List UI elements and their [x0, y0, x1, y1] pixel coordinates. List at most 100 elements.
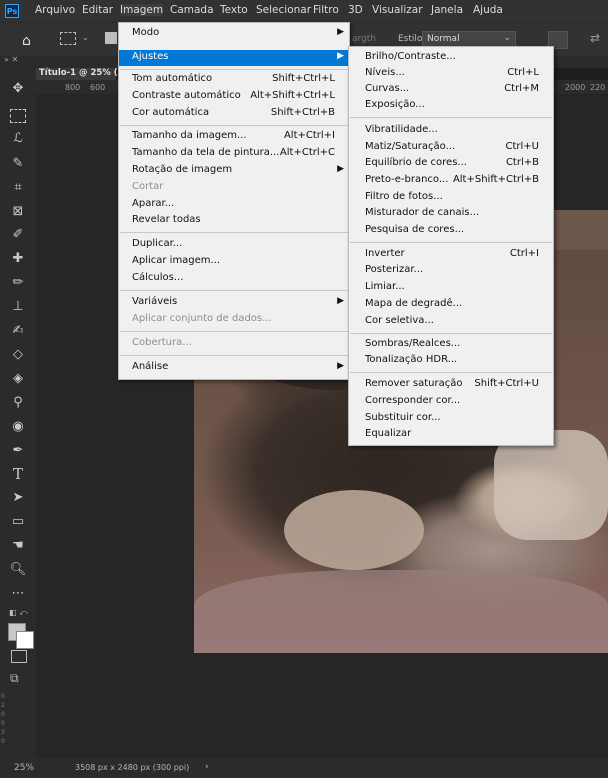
- path-selection-tool-icon[interactable]: ➤: [9, 489, 27, 507]
- hand-tool-icon[interactable]: ☚: [9, 537, 27, 555]
- menu-separator: [350, 117, 552, 118]
- lasso-tool-icon[interactable]: ℒ: [9, 130, 27, 148]
- marquee-tool-icon[interactable]: [60, 32, 76, 45]
- menu-separator: [120, 125, 348, 126]
- collapse-panels-icon[interactable]: » ✕: [4, 55, 18, 64]
- menu-editar[interactable]: Editar: [82, 4, 113, 16]
- menu-item-misturador-canais[interactable]: Misturador de canais...: [349, 206, 553, 222]
- crop-tool-icon[interactable]: ⌗: [9, 179, 27, 197]
- menu-item-remover-saturacao[interactable]: Remover saturação Shift+Ctrl+U: [349, 377, 553, 393]
- chevron-down-icon: ⌄: [503, 33, 511, 43]
- menu-3d[interactable]: 3D: [348, 4, 363, 16]
- menu-item-inverter[interactable]: Inverter Ctrl+I: [349, 247, 553, 263]
- menu-item-corresponder-cor[interactable]: Corresponder cor...: [349, 394, 553, 410]
- clone-stamp-tool-icon[interactable]: ⊥: [9, 298, 27, 316]
- menu-item-preto-branco[interactable]: Preto-e-branco... Alt+Shift+Ctrl+B: [349, 173, 553, 189]
- history-brush-tool-icon[interactable]: ✍: [9, 322, 27, 340]
- menu-visualizar[interactable]: Visualizar: [372, 4, 423, 16]
- zoom-level[interactable]: 25%: [14, 763, 34, 773]
- imagem-menu: Modo ▶ Ajustes ▶ Tom automático Shift+Ctrl+…: [118, 22, 350, 380]
- menu-item-equilibrio-cores[interactable]: Equilíbrio de cores... Ctrl+B: [349, 156, 553, 172]
- menu-item-tamanho-tela[interactable]: Tamanho da tela de pintura... Alt+Ctrl+C: [119, 146, 349, 162]
- menu-item-cor-seletiva[interactable]: Cor seletiva...: [349, 314, 553, 330]
- menu-item-substituir-cor[interactable]: Substituir cor...: [349, 411, 553, 427]
- move-tool-icon[interactable]: ✥: [9, 80, 27, 98]
- menu-item-posterizar[interactable]: Posterizar...: [349, 263, 553, 279]
- menu-item-label: Filtro de fotos...: [365, 191, 443, 202]
- menu-item-sombras-realces[interactable]: Sombras/Realces...: [349, 337, 553, 353]
- photoshop-logo-icon[interactable]: Ps: [5, 4, 19, 18]
- zoom-tool-icon[interactable]: 🔍︎: [9, 561, 27, 579]
- menu-item-revelar-todas[interactable]: Revelar todas: [119, 213, 349, 229]
- menu-texto[interactable]: Texto: [220, 4, 248, 16]
- menu-item-brilho-contraste[interactable]: Brilho/Contraste...: [349, 50, 553, 66]
- eraser-tool-icon[interactable]: ◇: [9, 346, 27, 364]
- menu-item-pesquisa-cores[interactable]: Pesquisa de cores...: [349, 223, 553, 239]
- menu-bar: Ps Arquivo Editar Imagem Camada Texto Se…: [0, 0, 608, 22]
- menu-item-tamanho-imagem[interactable]: Tamanho da imagem... Alt+Ctrl+I: [119, 129, 349, 145]
- pen-tool-icon[interactable]: ✒: [9, 442, 27, 460]
- style-value: Normal: [427, 34, 460, 44]
- menu-item-ajustes[interactable]: Ajustes ▶: [119, 50, 349, 66]
- menu-selecionar[interactable]: Selecionar: [256, 4, 311, 16]
- menu-item-duplicar[interactable]: Duplicar...: [119, 237, 349, 253]
- eyedropper-tool-icon[interactable]: ✐: [9, 226, 27, 244]
- quick-selection-tool-icon[interactable]: ✎: [9, 155, 27, 173]
- menu-item-limiar[interactable]: Limiar...: [349, 280, 553, 296]
- menu-janela[interactable]: Janela: [431, 4, 463, 16]
- menu-item-calculos[interactable]: Cálculos...: [119, 271, 349, 287]
- screen-mode-icon[interactable]: ⧉: [10, 671, 19, 686]
- frame-tool-icon[interactable]: ⊠: [9, 203, 27, 221]
- blur-tool-icon[interactable]: ⚲: [9, 394, 27, 412]
- menu-separator: [350, 242, 552, 243]
- document-tab[interactable]: Título-1 @ 25% (: [36, 68, 118, 80]
- default-colors-icon[interactable]: ◧ ⤺: [9, 608, 28, 618]
- type-tool-icon[interactable]: T: [9, 465, 27, 483]
- menu-item-aplicar-conjunto-dados[interactable]: Aplicar conjunto de dados...: [119, 312, 349, 328]
- menu-item-cor-automatica[interactable]: Cor automática Shift+Ctrl+B: [119, 106, 349, 122]
- menu-item-niveis[interactable]: Níveis... Ctrl+L: [349, 66, 553, 82]
- menu-item-aplicar-imagem[interactable]: Aplicar imagem...: [119, 254, 349, 270]
- rectangle-tool-icon[interactable]: ▭: [9, 513, 27, 531]
- submenu-arrow-icon: ▶: [337, 164, 344, 174]
- status-menu-arrow-icon[interactable]: ›: [205, 762, 209, 772]
- menu-item-matiz-saturacao[interactable]: Matiz/Saturação... Ctrl+U: [349, 140, 553, 156]
- menu-item-tom-automatico[interactable]: Tom automático Shift+Ctrl+L: [119, 72, 349, 88]
- healing-brush-tool-icon[interactable]: ✚: [9, 250, 27, 268]
- menu-item-mapa-degrade[interactable]: Mapa de degradê...: [349, 297, 553, 313]
- menu-item-variaveis[interactable]: Variáveis ▶: [119, 295, 349, 311]
- gradient-tool-icon[interactable]: ◈: [9, 370, 27, 388]
- more-tools-icon[interactable]: ⋯: [9, 585, 27, 603]
- menu-item-cortar[interactable]: Cortar: [119, 180, 349, 196]
- menu-item-exposicao[interactable]: Exposição...: [349, 98, 553, 114]
- menu-item-curvas[interactable]: Curvas... Ctrl+M: [349, 82, 553, 98]
- menu-item-rotacao-imagem[interactable]: Rotação de imagem ▶: [119, 163, 349, 179]
- selection-mode-icon[interactable]: [105, 32, 117, 44]
- menu-arquivo[interactable]: Arquivo: [35, 4, 75, 16]
- background-color-swatch[interactable]: [16, 631, 34, 649]
- menu-filtro[interactable]: Filtro: [313, 4, 339, 16]
- menu-imagem[interactable]: Imagem: [120, 4, 164, 16]
- brush-tool-icon[interactable]: ✏: [9, 274, 27, 292]
- menu-ajuda[interactable]: Ajuda: [473, 4, 503, 16]
- swap-icon[interactable]: ⇄: [590, 31, 600, 45]
- menu-item-aparar[interactable]: Aparar...: [119, 197, 349, 213]
- menu-item-contraste-automatico[interactable]: Contraste automático Alt+Shift+Ctrl+L: [119, 89, 349, 105]
- menu-item-vibratilidade[interactable]: Vibratilidade...: [349, 123, 553, 139]
- menu-item-cobertura[interactable]: Cobertura...: [119, 336, 349, 352]
- home-icon[interactable]: ⌂: [22, 33, 31, 49]
- chevron-down-icon[interactable]: ⌄: [82, 33, 89, 42]
- menu-item-label: Vibratilidade...: [365, 124, 438, 135]
- menu-item-label: Exposição...: [365, 99, 425, 110]
- menu-item-filtro-fotos[interactable]: Filtro de fotos...: [349, 190, 553, 206]
- menu-item-modo[interactable]: Modo ▶: [119, 26, 349, 42]
- marquee-tool-icon[interactable]: [10, 109, 26, 123]
- menu-camada[interactable]: Camada: [170, 4, 214, 16]
- menu-item-tonalizacao-hdr[interactable]: Tonalização HDR...: [349, 353, 553, 369]
- dodge-tool-icon[interactable]: ◉: [9, 418, 27, 436]
- quick-mask-icon[interactable]: [11, 650, 27, 663]
- menu-item-analise[interactable]: Análise ▶: [119, 360, 349, 376]
- menu-item-label: Cobertura...: [132, 337, 192, 348]
- menu-item-label: Tom automático: [132, 73, 213, 84]
- menu-item-equalizar[interactable]: Equalizar: [349, 427, 553, 443]
